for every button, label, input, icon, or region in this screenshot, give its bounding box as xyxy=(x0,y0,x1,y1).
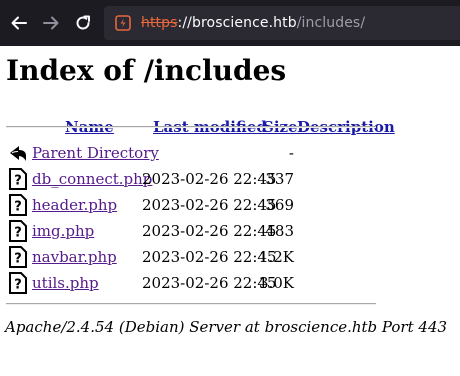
forward-button[interactable] xyxy=(40,12,62,34)
url-scheme: https xyxy=(141,15,178,31)
reload-icon xyxy=(76,15,90,30)
back-folder-icon xyxy=(10,146,26,161)
unknown-file-icon: ? xyxy=(9,272,27,294)
insecure-connection-icon[interactable] xyxy=(113,13,133,33)
file-listing: Parent Directory - ? db_connect.php 2023… xyxy=(6,140,386,296)
divider-top xyxy=(6,126,376,128)
file-row: ? db_connect.php 2023-02-26 22:45 337 xyxy=(6,166,386,192)
svg-text:?: ? xyxy=(14,174,22,189)
unknown-file-icon: ? xyxy=(9,168,27,190)
svg-text:?: ? xyxy=(14,200,22,215)
parent-size: - xyxy=(288,144,294,162)
file-link[interactable]: header.php xyxy=(32,196,117,214)
unknown-file-icon: ? xyxy=(9,220,27,242)
page-title: Index of /includes xyxy=(6,54,287,87)
address-bar[interactable]: https://broscience.htb/includes/ xyxy=(104,6,460,40)
file-modified: 2023-02-26 22:45 xyxy=(142,196,277,214)
url-host: ://broscience.htb xyxy=(177,15,297,31)
file-row: ? utils.php 2023-02-26 22:45 3.0K xyxy=(6,270,386,296)
file-row: ? img.php 2023-02-26 22:45 483 xyxy=(6,218,386,244)
file-size: 1.2K xyxy=(258,248,294,266)
unknown-file-icon: ? xyxy=(9,194,27,216)
file-size: 3.0K xyxy=(258,274,294,292)
parent-directory-link[interactable]: Parent Directory xyxy=(32,144,159,162)
file-row: ? header.php 2023-02-26 22:45 369 xyxy=(6,192,386,218)
file-size: 369 xyxy=(265,196,294,214)
unknown-file-icon: ? xyxy=(9,246,27,268)
file-size: 337 xyxy=(265,170,294,188)
arrow-left-icon xyxy=(11,16,27,30)
file-row: ? navbar.php 2023-02-26 22:45 1.2K xyxy=(6,244,386,270)
svg-text:?: ? xyxy=(14,252,22,267)
arrow-right-icon xyxy=(43,16,59,30)
file-modified: 2023-02-26 22:45 xyxy=(142,222,277,240)
server-signature: Apache/2.4.54 (Debian) Server at broscie… xyxy=(5,318,448,336)
url-path: /includes/ xyxy=(296,15,366,31)
divider-bottom xyxy=(6,303,376,305)
file-link[interactable]: utils.php xyxy=(32,274,99,292)
reload-button[interactable] xyxy=(72,12,94,34)
file-modified: 2023-02-26 22:45 xyxy=(142,170,277,188)
file-modified: 2023-02-26 22:45 xyxy=(142,274,277,292)
file-link[interactable]: navbar.php xyxy=(32,248,117,266)
file-size: 483 xyxy=(265,222,294,240)
parent-directory-row: Parent Directory - xyxy=(6,140,386,166)
browser-toolbar: https://broscience.htb/includes/ xyxy=(0,0,460,46)
svg-text:?: ? xyxy=(14,226,22,241)
url-text[interactable]: https://broscience.htb/includes/ xyxy=(141,15,365,31)
svg-text:?: ? xyxy=(14,278,22,293)
file-link[interactable]: img.php xyxy=(32,222,94,240)
file-link[interactable]: db_connect.php xyxy=(32,170,152,188)
file-modified: 2023-02-26 22:45 xyxy=(142,248,277,266)
page-content: Index of /includes Name Last modified Si… xyxy=(0,46,460,376)
back-button[interactable] xyxy=(8,12,30,34)
